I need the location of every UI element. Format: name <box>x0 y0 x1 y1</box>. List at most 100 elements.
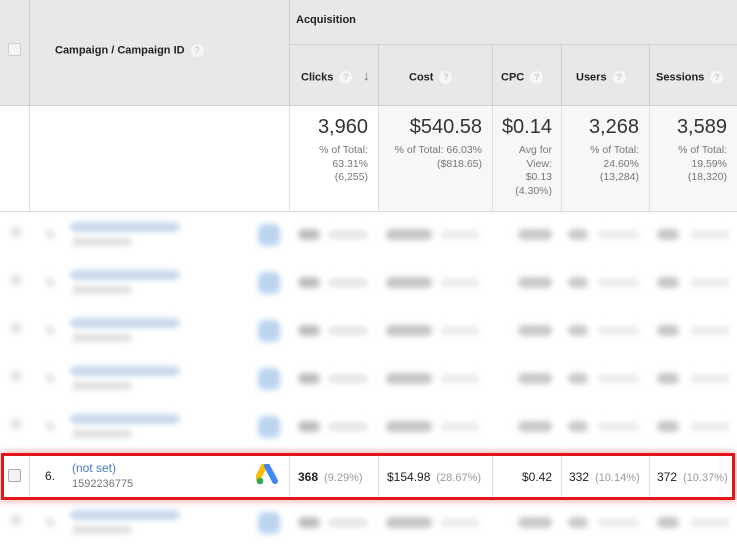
obscured-content <box>568 229 588 240</box>
clicks-pct: (9.29%) <box>324 472 363 484</box>
obscured-content <box>70 270 180 280</box>
obscured-content <box>518 229 552 240</box>
column-header-clicks[interactable]: Clicks? ↓ <box>290 45 379 106</box>
obscured-content <box>258 368 280 390</box>
column-header-users[interactable]: Users? <box>562 45 650 106</box>
obscured-content <box>690 230 730 239</box>
row-cpc-cell: $0.42 <box>493 452 562 500</box>
obscured-content <box>518 277 552 288</box>
totals-blank-cell <box>0 106 30 212</box>
totals-cpc-value: $0.14 <box>501 116 552 138</box>
google-ads-icon[interactable] <box>256 464 280 486</box>
obscured-content <box>72 382 132 390</box>
campaign-link[interactable]: (not set) <box>72 461 116 475</box>
row-checkbox[interactable] <box>8 469 21 482</box>
column-header-sessions[interactable]: Sessions? <box>650 45 737 106</box>
totals-clicks: 3,960 % of Total: 63.31% (6,255) <box>290 106 379 212</box>
obscured-content <box>690 422 730 431</box>
obscured-content <box>386 325 432 336</box>
obscured-content <box>386 373 432 384</box>
obscured-content <box>386 421 432 432</box>
obscured-content <box>657 373 679 384</box>
header-dimension-cell: Campaign / Campaign ID? <box>30 0 290 106</box>
obscured-content <box>10 274 22 286</box>
totals-sessions: 3,589 % of Total: 19.59% (18,320) <box>650 106 737 212</box>
obscured-content <box>568 373 588 384</box>
obscured-content <box>690 278 730 287</box>
obscured-content <box>568 421 588 432</box>
cost-header-label: Cost <box>409 71 434 84</box>
cost-pct: (28.67%) <box>436 472 482 484</box>
obscured-content <box>328 326 368 335</box>
obscured-content <box>72 430 132 438</box>
obscured-content <box>298 277 320 288</box>
campaign-id: 1592236775 <box>72 478 134 490</box>
obscured-content <box>518 325 552 336</box>
table-row <box>0 308 737 356</box>
table-row[interactable]: 6. (not set) 1592236775 368 (9.29%) $154.… <box>0 452 737 500</box>
cost-value: $154.98 <box>387 470 431 484</box>
totals-users-sub: % of Total: 24.60% (13,284) <box>590 144 639 183</box>
obscured-content <box>690 374 730 383</box>
dimension-header[interactable]: Campaign / Campaign ID? <box>55 44 204 57</box>
column-header-cost[interactable]: Cost? <box>379 45 493 106</box>
obscured-content <box>598 374 640 383</box>
column-header-cpc[interactable]: CPC? <box>493 45 562 106</box>
obscured-content <box>440 278 480 287</box>
obscured-content <box>690 518 730 527</box>
obscured-content <box>70 510 180 520</box>
obscured-content <box>258 416 280 438</box>
table-row <box>0 404 737 452</box>
cpc-header-label: CPC <box>501 71 525 84</box>
row-users-cell: 332 (10.14%) <box>562 452 650 500</box>
sort-descending-icon[interactable]: ↓ <box>363 68 370 83</box>
obscured-content <box>258 320 280 342</box>
obscured-content <box>690 326 730 335</box>
help-icon[interactable]: ? <box>710 71 724 84</box>
obscured-content <box>657 229 679 240</box>
acquisition-group-label: Acquisition <box>296 14 356 26</box>
obscured-content <box>518 421 552 432</box>
obscured-content <box>598 422 640 431</box>
obscured-content <box>45 421 55 431</box>
row-rank: 6. <box>45 469 56 483</box>
obscured-content <box>328 374 368 383</box>
obscured-content <box>298 373 320 384</box>
totals-cost-value: $540.58 <box>409 116 482 138</box>
table-row <box>0 500 737 546</box>
obscured-content <box>568 325 588 336</box>
help-icon[interactable]: ? <box>612 71 626 84</box>
obscured-content <box>70 222 180 232</box>
select-all-checkbox[interactable] <box>8 43 21 56</box>
help-icon[interactable]: ? <box>439 71 453 84</box>
users-header-label: Users <box>576 71 607 84</box>
help-icon[interactable]: ? <box>339 71 353 84</box>
totals-sessions-value: 3,589 <box>676 116 727 138</box>
totals-users-value: 3,268 <box>588 116 639 138</box>
obscured-content <box>440 374 480 383</box>
help-icon[interactable]: ? <box>530 71 544 84</box>
obscured-content <box>657 421 679 432</box>
totals-cpc-sub: Avg for View: $0.13 (4.30%) <box>515 144 552 197</box>
obscured-content <box>328 230 368 239</box>
clicks-header-label: Clicks <box>301 71 334 84</box>
dimension-header-label: Campaign / Campaign ID <box>55 44 185 57</box>
obscured-content <box>298 517 320 528</box>
obscured-content <box>258 272 280 294</box>
obscured-content <box>440 326 480 335</box>
totals-clicks-value: 3,960 <box>317 116 368 138</box>
obscured-content <box>598 326 640 335</box>
sessions-pct: (10.37%) <box>683 472 728 484</box>
obscured-content <box>72 238 132 246</box>
help-icon[interactable]: ? <box>190 44 204 57</box>
obscured-content <box>10 226 22 238</box>
obscured-content <box>45 517 55 527</box>
cpc-value: $0.42 <box>521 470 552 484</box>
obscured-content <box>386 517 432 528</box>
table-row <box>0 356 737 404</box>
obscured-content <box>258 512 280 534</box>
obscured-content <box>657 325 679 336</box>
obscured-content <box>440 518 480 527</box>
obscured-content <box>568 517 588 528</box>
obscured-content <box>10 514 22 526</box>
